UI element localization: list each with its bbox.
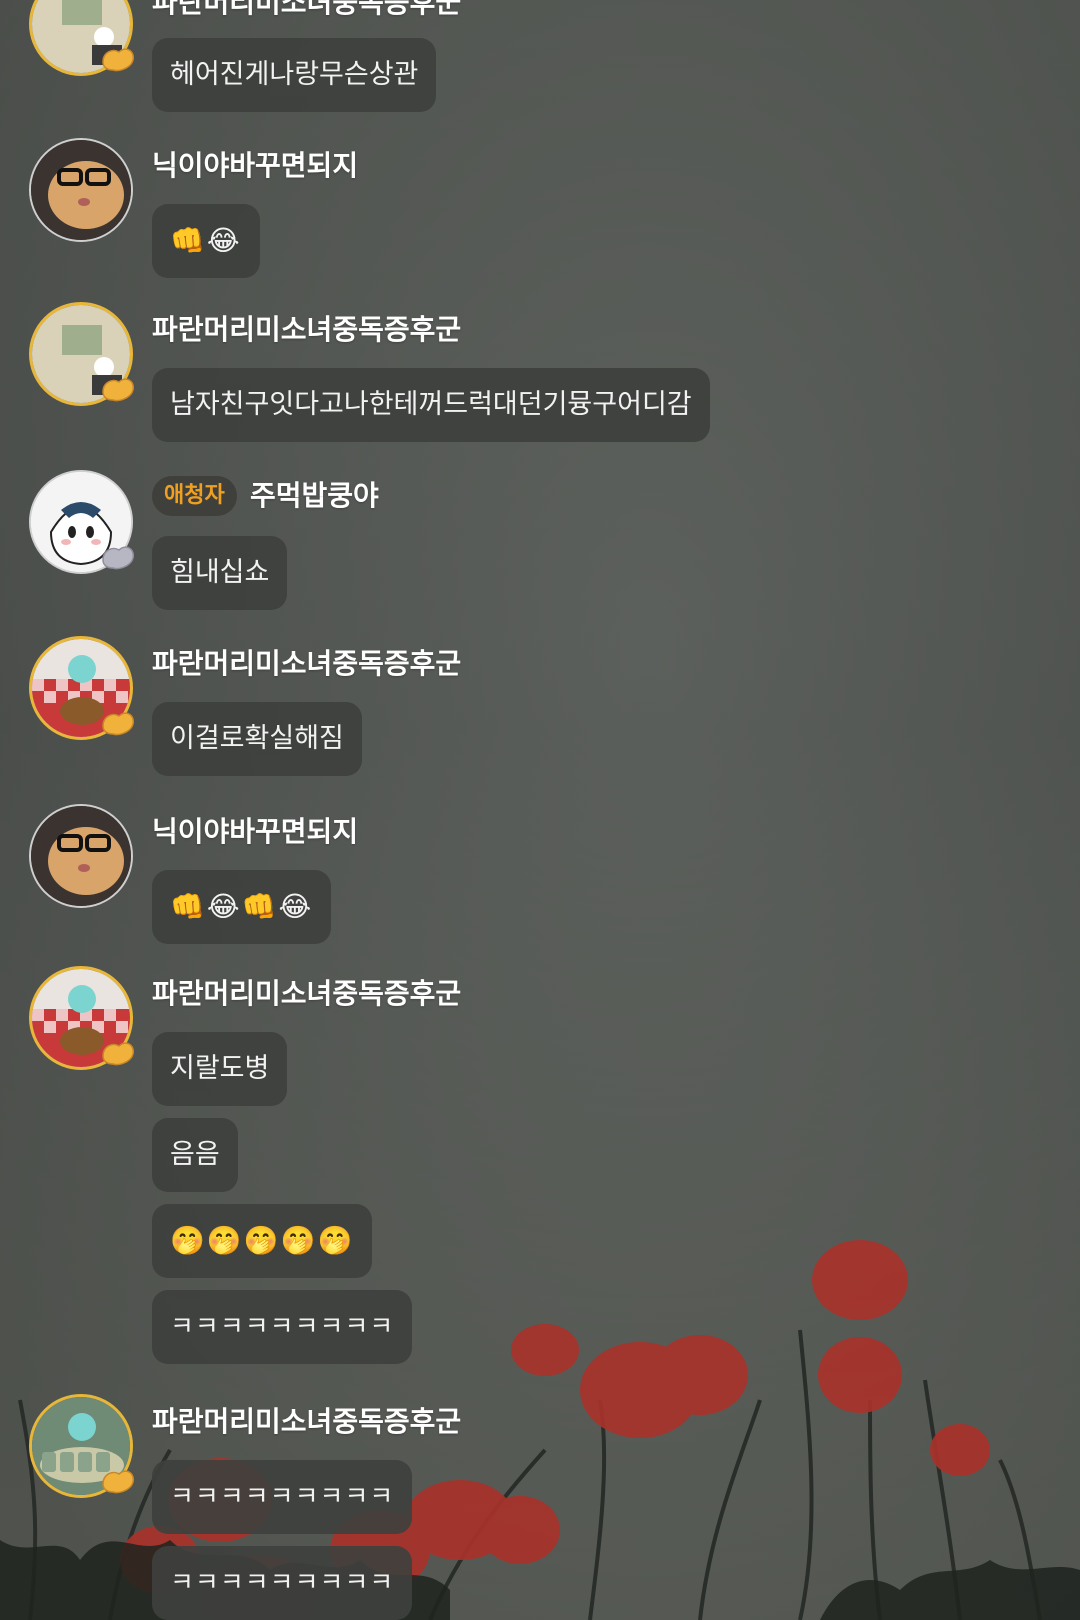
user-avatar[interactable]: [29, 0, 134, 76]
hand-heart-icon: [102, 1470, 134, 1494]
hand-heart-icon: [102, 378, 134, 402]
sender-name: 파란머리미소녀중독증후군: [152, 648, 462, 679]
user-avatar[interactable]: [29, 302, 134, 406]
sender-name: 파란머리미소녀중독증후군: [152, 978, 462, 1009]
sender-name: 파란머리미소녀중독증후군: [152, 314, 462, 345]
viewer-role-badge: 애청자: [152, 476, 237, 516]
user-avatar[interactable]: [29, 470, 134, 574]
user-avatar[interactable]: [29, 1394, 134, 1498]
user-avatar[interactable]: [29, 636, 134, 740]
chat-message-list[interactable]: 파란머리미소녀중독증후군 헤어진게나랑무슨상관 닉이야바꾸면되지 👊😂 파란머리…: [0, 0, 1080, 1620]
sender-name: 주먹밥쿵야: [250, 480, 379, 511]
user-avatar[interactable]: [29, 138, 133, 242]
message-bubble[interactable]: 음음: [152, 1118, 238, 1192]
message-bubble[interactable]: 헤어진게나랑무슨상관: [152, 38, 437, 112]
message-bubble[interactable]: 남자친구잇다고나한테꺼드럭대던기뮹구어디감: [152, 368, 710, 442]
sender-name: 닉이야바꾸면되지: [152, 150, 359, 181]
message-bubble[interactable]: ㅋㅋㅋㅋㅋㅋㅋㅋㅋ: [152, 1546, 413, 1620]
sender-name: 파란머리미소녀중독증후군: [152, 1406, 462, 1437]
user-avatar[interactable]: [29, 966, 134, 1070]
sender-name: 파란머리미소녀중독증후군: [152, 0, 462, 18]
hand-heart-icon: [102, 48, 134, 72]
message-bubble[interactable]: 지랄도병: [152, 1032, 288, 1106]
message-bubble[interactable]: 이걸로확실해짐: [152, 702, 362, 776]
message-bubble[interactable]: 힘내십쇼: [152, 536, 288, 610]
message-bubble[interactable]: 🤭🤭🤭🤭🤭: [152, 1204, 373, 1278]
hand-heart-icon: [102, 712, 134, 736]
hand-heart-icon: [102, 546, 134, 570]
message-bubble[interactable]: 👊😂👊😂: [152, 870, 332, 944]
hand-heart-icon: [102, 1042, 134, 1066]
avatar-image: [29, 138, 133, 242]
message-bubble[interactable]: 👊😂: [152, 204, 260, 278]
sender-name: 닉이야바꾸면되지: [152, 816, 359, 847]
message-bubble[interactable]: ㅋㅋㅋㅋㅋㅋㅋㅋㅋ: [152, 1290, 413, 1364]
avatar-image: [29, 804, 133, 908]
message-bubble[interactable]: ㅋㅋㅋㅋㅋㅋㅋㅋㅋ: [152, 1460, 413, 1534]
user-avatar[interactable]: [29, 804, 133, 908]
